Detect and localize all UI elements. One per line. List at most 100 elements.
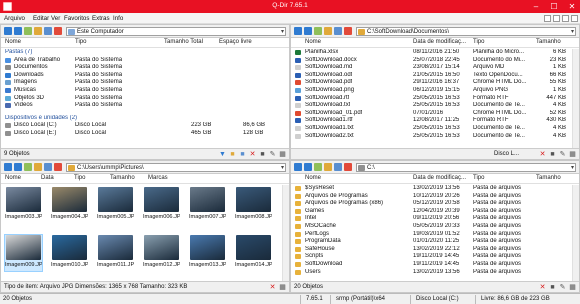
- image-thumbnail[interactable]: Imagem003.JPG: [5, 187, 42, 223]
- forward-icon[interactable]: [14, 27, 22, 35]
- address-bar[interactable]: C:\ ▾: [356, 163, 576, 172]
- menu-editar[interactable]: Editar: [33, 15, 49, 22]
- view-icon[interactable]: [44, 163, 52, 171]
- image-thumbnail[interactable]: Imagem007.JPG: [189, 187, 226, 223]
- image-thumbnail[interactable]: Imagem005.JPG: [97, 187, 134, 223]
- folder-icon[interactable]: [324, 163, 332, 171]
- layout-icon[interactable]: [562, 15, 569, 22]
- list-item[interactable]: SoftDownload.txt 25/05/2015 16:53 Document…: [291, 102, 579, 110]
- column-tamanho-total[interactable]: Tamanho Total: [164, 39, 203, 45]
- up-icon[interactable]: [24, 27, 32, 35]
- list-item[interactable]: SoftDownload.png 06/12/2019 15:15 Arquivo …: [291, 87, 579, 95]
- column-tamanho[interactable]: Tamanho: [536, 175, 561, 181]
- maximize-button[interactable]: ☐: [546, 0, 562, 13]
- menu-ver[interactable]: Ver: [51, 15, 60, 22]
- folder-icon[interactable]: [34, 27, 42, 35]
- forward-icon[interactable]: [304, 27, 312, 35]
- menu-arquivo[interactable]: Arquivo: [4, 15, 25, 22]
- up-icon[interactable]: [314, 27, 322, 35]
- chevron-down-icon[interactable]: ▾: [281, 28, 284, 35]
- address-bar[interactable]: C:\Users\ummp\Pictures\ ▾: [66, 163, 286, 172]
- list-item[interactable]: SoftDownload.odt 21/05/2015 16:50 Texto Op…: [291, 72, 579, 80]
- list-item[interactable]: SoftDownload.pdf 29/11/2016 16:37 Chrome H…: [291, 79, 579, 87]
- image-thumbnail[interactable]: Imagem004.JPG: [51, 187, 88, 223]
- menu-favoritos[interactable]: Favoritos: [64, 15, 89, 22]
- image-thumbnail[interactable]: Imagem013.JPG: [189, 235, 226, 271]
- list-item[interactable]: Vídeos Pasta do Sistema: [1, 102, 289, 110]
- list-item[interactable]: Scripts 19/11/2019 14:45 Pasta de arquivos: [291, 253, 579, 261]
- view-icon[interactable]: ▦: [279, 284, 286, 291]
- list-item[interactable]: SoftDownload1.txt 25/05/2015 16:53 Documen…: [291, 125, 579, 133]
- delete-icon[interactable]: ✕: [269, 284, 276, 291]
- vertical-scrollbar[interactable]: [572, 185, 579, 281]
- layout-icon[interactable]: [571, 15, 578, 22]
- list-item[interactable]: Users 13/02/2019 13:56 Pasta de arquivos: [291, 269, 579, 277]
- image-thumbnail[interactable]: Imagem014.JPG: [235, 235, 272, 271]
- list-item[interactable]: SoftDownload_01.pdf 07/01/2016 Chrome HTML…: [291, 110, 579, 118]
- group-header[interactable]: Dispositivos e unidades (2): [1, 115, 289, 123]
- chevron-down-icon[interactable]: ▾: [571, 28, 574, 35]
- list-item[interactable]: Downloads Pasta do Sistema: [1, 72, 289, 80]
- back-icon[interactable]: [294, 163, 302, 171]
- delete-icon[interactable]: ✕: [249, 151, 256, 158]
- column-tipo[interactable]: Tipo: [74, 175, 85, 181]
- column-tipo[interactable]: Tipo: [473, 175, 484, 181]
- image-thumbnail[interactable]: Imagem009.JPG: [4, 234, 43, 272]
- favorite-icon[interactable]: [344, 163, 352, 171]
- image-thumbnail[interactable]: Imagem011.JPG: [97, 235, 134, 271]
- favorite-icon[interactable]: [344, 27, 352, 35]
- menu-info[interactable]: Info: [113, 15, 123, 22]
- list-item[interactable]: Games 12/04/2019 20:39 Pasta de arquivos: [291, 208, 579, 216]
- list-item[interactable]: SoftDownload.md 23/08/2017 15:14 Arquivo M…: [291, 64, 579, 72]
- image-thumbnail[interactable]: Imagem006.JPG: [143, 187, 180, 223]
- up-icon[interactable]: [314, 163, 322, 171]
- view-icon[interactable]: [44, 27, 52, 35]
- list-item[interactable]: Intel 09/11/2019 20:56 Pasta de arquivos: [291, 215, 579, 223]
- layout-icon[interactable]: [553, 15, 560, 22]
- column-espaco-livre[interactable]: Espaço livre: [219, 39, 252, 45]
- list-item[interactable]: Disco Local (E:) Disco Local 465 GB 128 GB: [1, 130, 289, 138]
- back-icon[interactable]: [4, 27, 12, 35]
- list-item[interactable]: Músicas Pasta do Sistema: [1, 87, 289, 95]
- address-bar[interactable]: Este Computador ▾: [66, 27, 286, 36]
- list-item[interactable]: SafeHouse 13/02/2019 22:12 Pasta de arquiv…: [291, 246, 579, 254]
- properties-icon[interactable]: ■: [259, 151, 266, 158]
- list-item[interactable]: Imagens Pasta do Sistema: [1, 79, 289, 87]
- up-icon[interactable]: [24, 163, 32, 171]
- back-icon[interactable]: [4, 163, 12, 171]
- layout-icon[interactable]: [544, 15, 551, 22]
- chevron-down-icon[interactable]: ▾: [571, 164, 574, 171]
- edit-icon[interactable]: ✎: [559, 284, 566, 291]
- column-data[interactable]: Data de modificaç...: [413, 175, 466, 181]
- image-thumbnail[interactable]: Imagem008.JPG: [235, 187, 272, 223]
- favorite-icon[interactable]: [54, 163, 62, 171]
- group-header[interactable]: Pastas (7): [1, 49, 289, 57]
- vertical-scrollbar[interactable]: [572, 49, 579, 148]
- folder-icon[interactable]: [34, 163, 42, 171]
- list-item[interactable]: PerfLogs 19/03/2019 01:52 Pasta de arquivo…: [291, 231, 579, 239]
- copy-icon[interactable]: ■: [239, 151, 246, 158]
- favorite-icon[interactable]: [54, 27, 62, 35]
- list-item[interactable]: SoftDownload1.rtf 12/08/2017 11:25 Formato…: [291, 117, 579, 125]
- delete-icon[interactable]: ✕: [539, 284, 546, 291]
- edit-icon[interactable]: ✎: [269, 151, 276, 158]
- list-item[interactable]: MSOCache 05/05/2019 20:33 Pasta de arquivo…: [291, 223, 579, 231]
- view-icon[interactable]: ▦: [569, 284, 576, 291]
- column-nome[interactable]: Nome: [5, 175, 21, 181]
- delete-icon[interactable]: ✕: [539, 151, 546, 158]
- menu-extras[interactable]: Extras: [92, 15, 110, 22]
- folder-icon[interactable]: ■: [229, 151, 236, 158]
- list-item[interactable]: Arquivos de Programas (x86) 05/12/2019 20…: [291, 200, 579, 208]
- column-nome[interactable]: Nome: [305, 175, 321, 181]
- list-item[interactable]: Área de Trabalho Pasta do Sistema: [1, 57, 289, 65]
- column-data[interactable]: Data de modificaç...: [413, 39, 466, 45]
- forward-icon[interactable]: [304, 163, 312, 171]
- image-thumbnail[interactable]: Imagem012.JPG: [143, 235, 180, 271]
- view-icon[interactable]: ▦: [279, 151, 286, 158]
- close-button[interactable]: ✕: [564, 0, 580, 13]
- column-data[interactable]: Data: [41, 175, 54, 181]
- column-nome[interactable]: Nome: [5, 39, 21, 45]
- folder-icon[interactable]: [324, 27, 332, 35]
- list-item[interactable]: ProgramData 01/01/2020 11:25 Pasta de arqu…: [291, 238, 579, 246]
- list-item[interactable]: Arquivos de Programas 10/12/2019 20:26 Pas…: [291, 193, 579, 201]
